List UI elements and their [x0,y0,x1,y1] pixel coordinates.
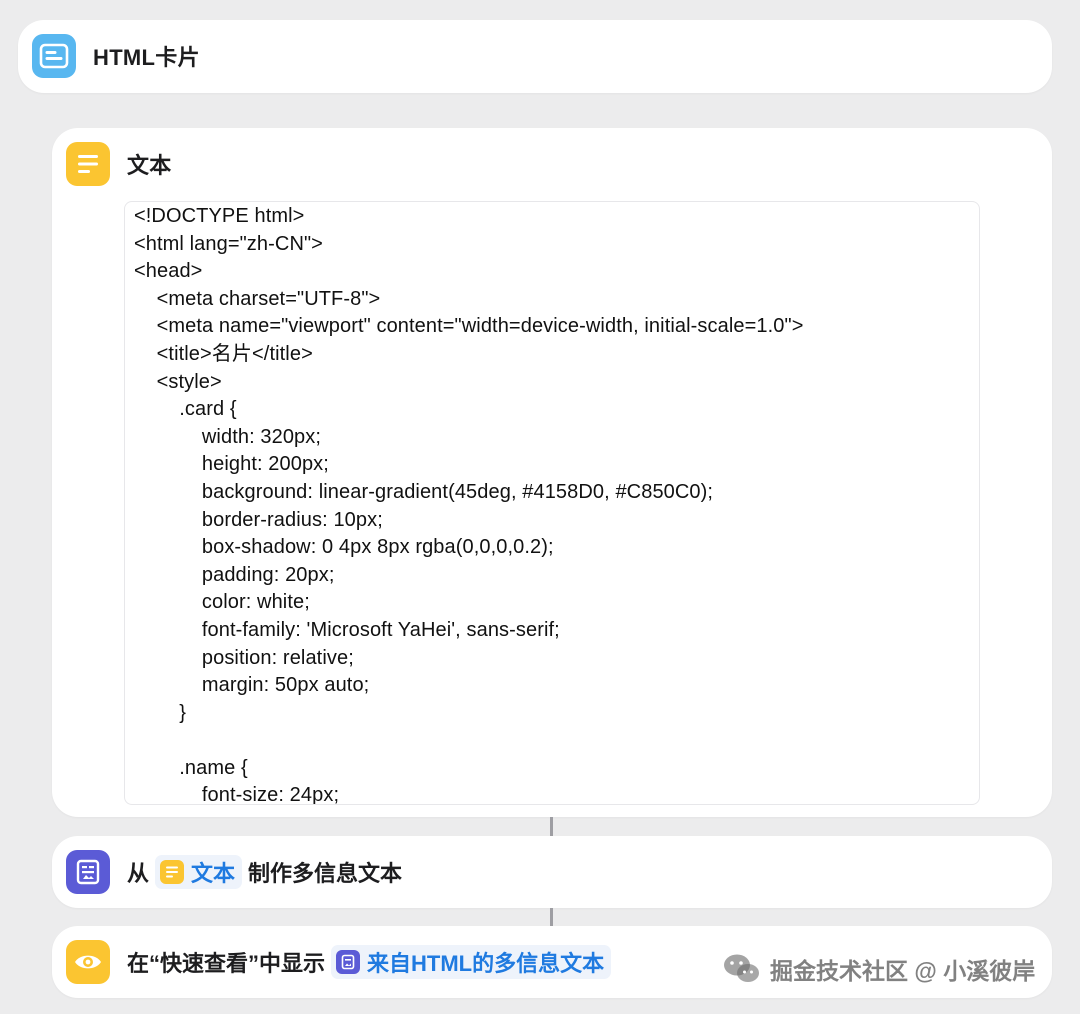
quick-look-prefix: 在“快速查看”中显示 [127,951,326,976]
code-line: <style> [134,370,222,393]
code-lines: <!DOCTYPE html> <html lang="zh-CN"> <hea… [134,203,973,805]
make-rich-text-suffix: 制作多信息文本 [248,861,403,886]
make-rich-text-header: 从 文本 制作多信息文本 [66,850,402,894]
quick-look-header: 在“快速查看”中显示 来自HTML的多信息文本 [66,940,617,984]
wechat-icon [722,952,762,986]
card-icon [32,34,76,78]
code-line: height: 200px; [134,453,329,476]
shortcut-editor: HTML卡片 文本 <!DOCTYPE html> <html lang="zh… [0,0,1080,1014]
code-line: box-shadow: 0 4px 8px rgba(0,0,0,0.2); [134,536,554,559]
shortcut-title-header: HTML卡片 [32,34,200,78]
code-line: width: 320px; [134,425,322,448]
code-line: padding: 20px; [134,563,335,586]
rich-text-icon [66,850,110,894]
text-content-field[interactable]: <!DOCTYPE html> <html lang="zh-CN"> <hea… [124,201,980,805]
text-lines-icon [160,860,185,884]
code-line: .card { [134,398,237,421]
rich-text-variable-token[interactable]: 来自HTML的多信息文本 [331,945,612,979]
code-line: <html lang="zh-CN"> [134,232,323,255]
code-line: } [134,701,187,724]
code-line: border-radius: 10px; [134,508,383,531]
eye-icon [66,940,110,984]
rich-text-variable-label: 来自HTML的多信息文本 [367,951,605,976]
code-line: color: white; [134,591,310,614]
code-line: .name { [134,756,248,779]
text-action-title: 文本 [127,153,172,178]
text-action-header: 文本 [66,142,172,186]
shortcut-title: HTML卡片 [93,45,200,70]
shortcut-title-card[interactable]: HTML卡片 [18,20,1052,93]
code-line: margin: 50px auto; [134,674,370,697]
code-line: font-family: 'Microsoft YaHei', sans-ser… [134,618,560,641]
code-line: <title>名片</title> [134,342,313,365]
rich-text-icon [336,950,361,974]
code-line: <!DOCTYPE html> [134,205,305,227]
watermark: 掘金技术社区 @ 小溪彼岸 [722,948,1035,990]
code-line: background: linear-gradient(45deg, #4158… [134,480,714,503]
code-line: font-size: 24px; [134,784,340,805]
text-variable-label: 文本 [191,861,236,886]
code-line: position: relative; [134,646,354,669]
code-line: <meta name="viewport" content="width=dev… [134,315,804,338]
watermark-text: 掘金技术社区 @ 小溪彼岸 [770,958,1036,984]
code-line: <head> [134,260,203,283]
make-rich-text-action-card[interactable]: 从 文本 制作多信息文本 [52,836,1052,908]
make-rich-text-prefix: 从 [127,861,150,886]
action-connector [550,817,553,836]
code-line: <meta charset="UTF-8"> [134,287,381,310]
text-action-card[interactable]: 文本 <!DOCTYPE html> <html lang="zh-CN"> <… [52,128,1052,817]
text-variable-token[interactable]: 文本 [155,855,243,889]
action-connector [550,908,553,926]
text-lines-icon [66,142,110,186]
